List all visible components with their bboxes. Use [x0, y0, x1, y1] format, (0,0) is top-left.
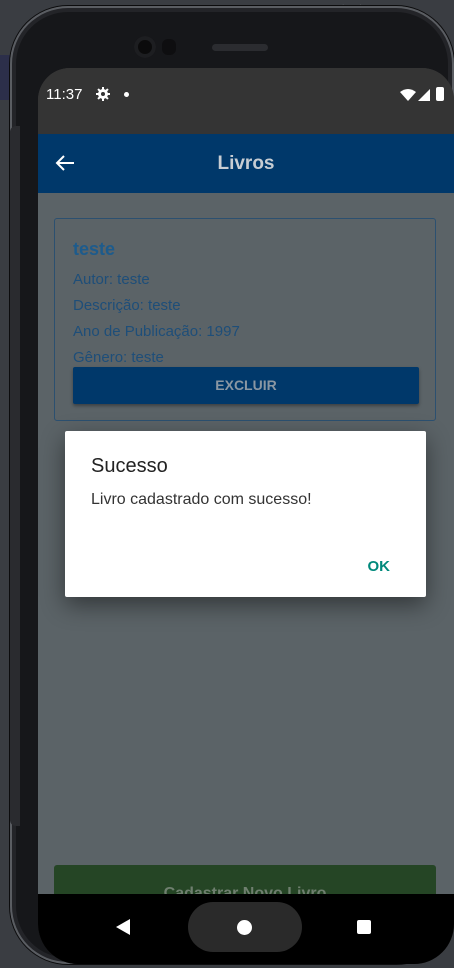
book-author: Autor: teste: [73, 271, 150, 288]
wifi-icon: [400, 89, 416, 101]
book-year: Ano de Publicação: 1997: [73, 323, 240, 340]
phone-side-edge: [10, 126, 20, 826]
front-camera: [134, 36, 156, 58]
app-bar: Livros: [38, 134, 454, 193]
book-genre: Gênero: teste: [73, 349, 164, 366]
navigation-bar: [38, 894, 454, 964]
success-dialog: Sucesso Livro cadastrado com sucesso! OK: [65, 431, 426, 597]
book-card: teste Autor: teste Descrição: teste Ano …: [54, 218, 436, 421]
ok-button[interactable]: OK: [368, 558, 391, 575]
status-time: 11:37: [46, 86, 83, 103]
phone-frame: 11:37 Livros teste Autor: teste Descriçã…: [10, 6, 454, 964]
dialog-title: Sucesso: [91, 455, 168, 477]
signal-icon: [418, 89, 430, 101]
home-nav-icon[interactable]: [237, 920, 252, 935]
back-nav-icon[interactable]: [116, 919, 130, 935]
device-screen: 11:37 Livros teste Autor: teste Descriçã…: [38, 68, 454, 964]
dot-icon: [124, 92, 129, 97]
battery-icon: [436, 87, 444, 101]
status-bar: 11:37: [38, 68, 454, 134]
gear-icon: [96, 87, 110, 101]
recents-nav-icon[interactable]: [357, 920, 371, 934]
book-description: Descrição: teste: [73, 297, 181, 314]
dialog-message: Livro cadastrado com sucesso!: [91, 491, 312, 508]
page-title: Livros: [217, 153, 275, 174]
sensor: [162, 39, 176, 55]
book-title: teste: [73, 239, 116, 259]
earpiece-speaker: [212, 44, 268, 51]
delete-button[interactable]: EXCLUIR: [73, 367, 419, 404]
